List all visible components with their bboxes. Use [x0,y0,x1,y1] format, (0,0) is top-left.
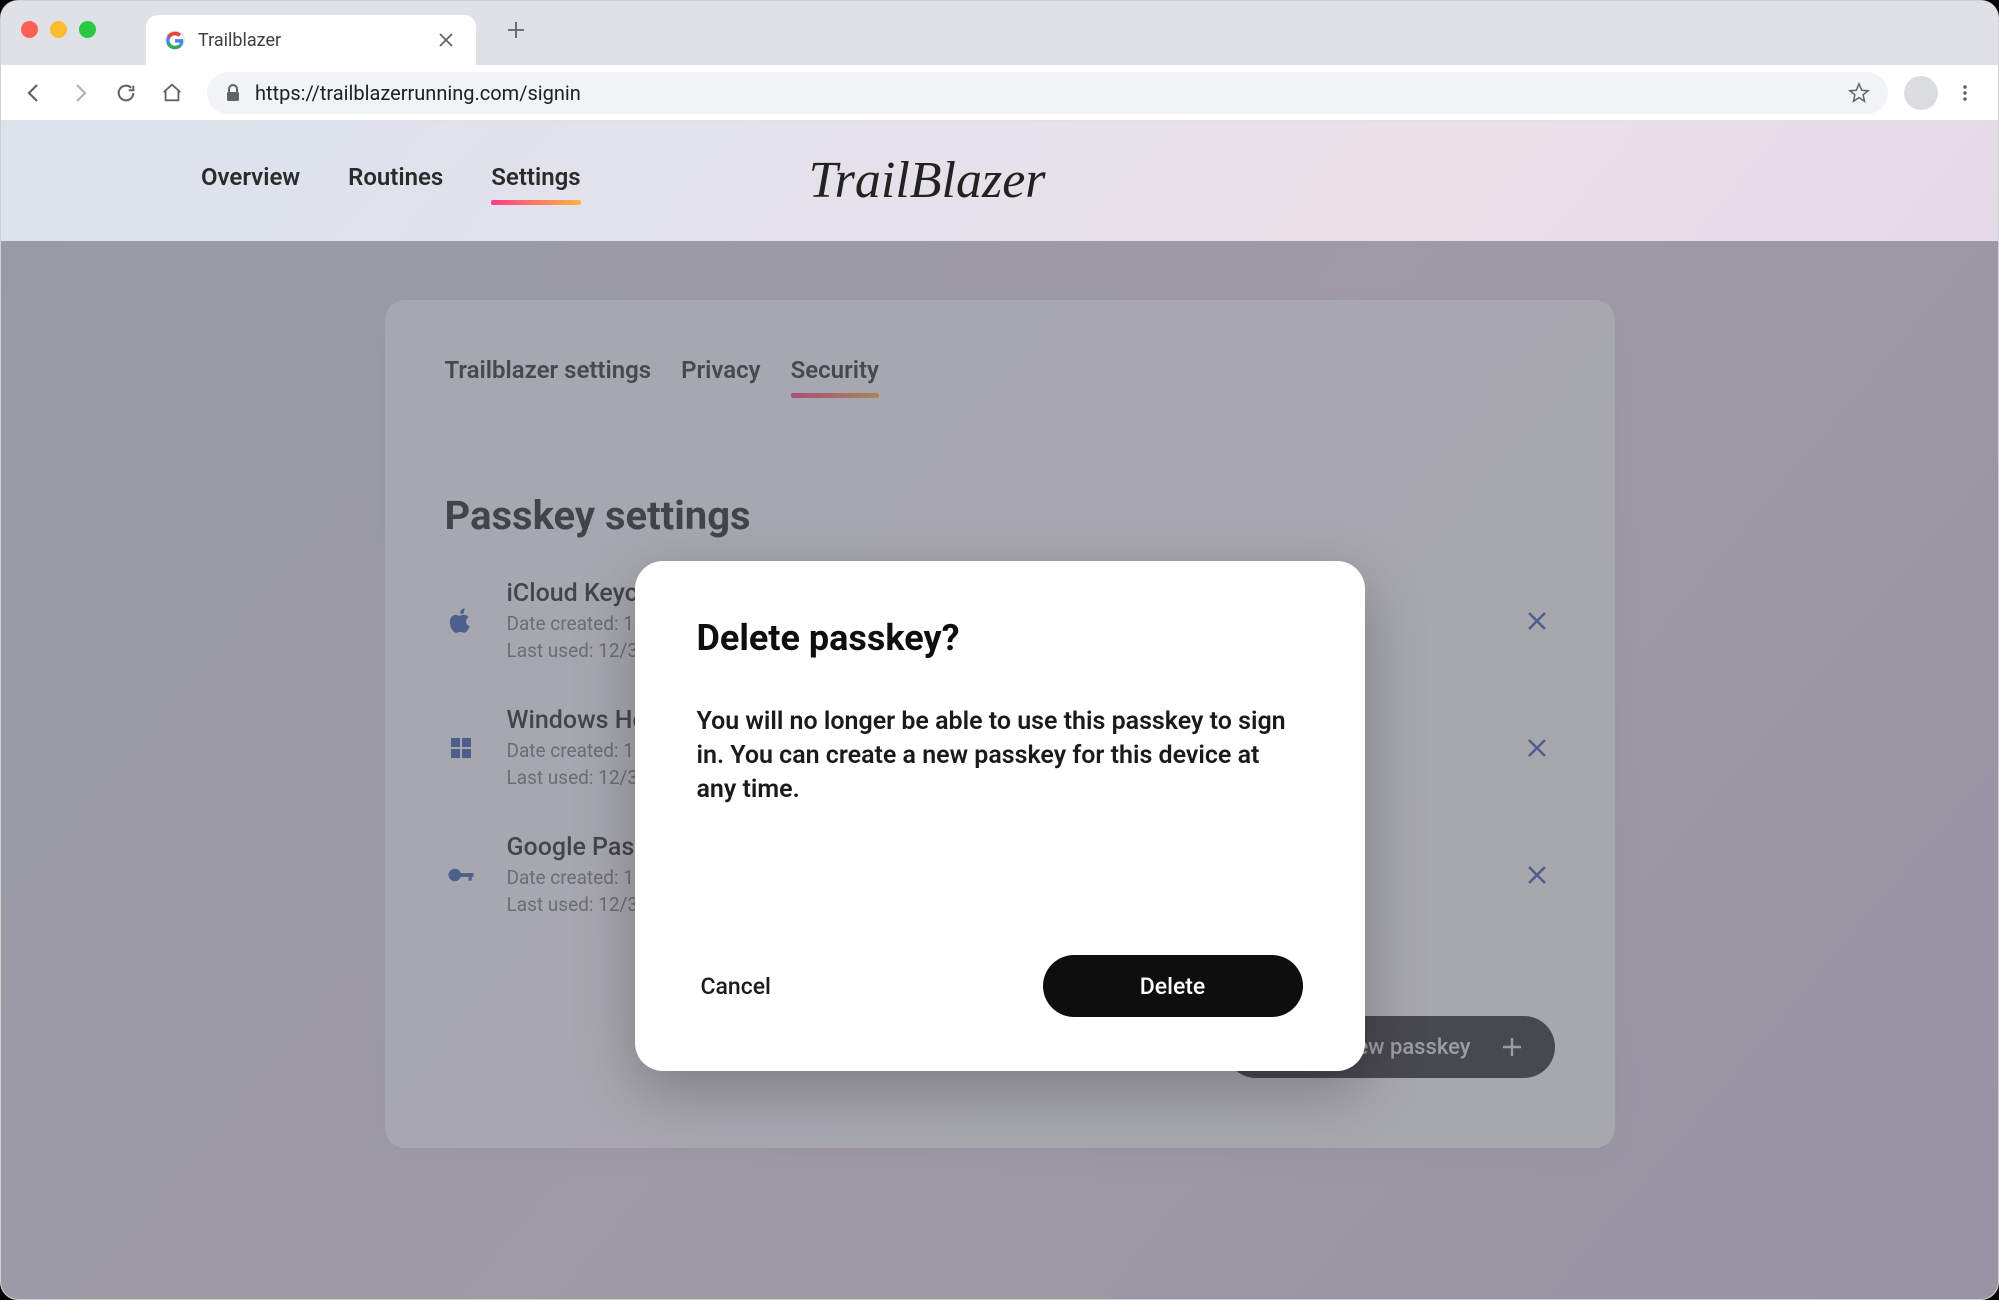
browser-toolbar: https://trailblazerrunning.com/signin [1,65,1998,121]
brand-logo: TrailBlazer [809,151,1046,210]
reload-button[interactable] [107,74,145,112]
tab-title: Trailblazer [198,30,422,51]
tab-strip: Trailblazer [1,1,1998,65]
primary-nav: Overview Routines Settings TrailBlazer [1,121,1998,210]
window-maximize-button[interactable] [79,21,96,38]
bookmark-star-icon[interactable] [1848,82,1870,104]
dialog-title: Delete passkey? [697,617,1303,659]
forward-button[interactable] [61,74,99,112]
browser-tab[interactable]: Trailblazer [146,15,476,65]
window-close-button[interactable] [21,21,38,38]
profile-avatar[interactable] [1904,76,1938,110]
url-text: https://trailblazerrunning.com/signin [255,81,1834,105]
nav-routines[interactable]: Routines [348,163,443,199]
cancel-button[interactable]: Cancel [697,961,775,1012]
nav-overview[interactable]: Overview [201,163,300,199]
delete-passkey-dialog: Delete passkey? You will no longer be ab… [635,561,1365,1071]
dialog-actions: Cancel Delete [697,955,1303,1017]
window-controls [21,21,96,38]
modal-overlay[interactable]: Delete passkey? You will no longer be ab… [1,241,1998,1300]
lock-icon [225,84,241,102]
browser-window: Trailblazer https://trailblazerrunning.c… [0,0,1999,1300]
dialog-body: You will no longer be able to use this p… [697,705,1303,806]
nav-settings[interactable]: Settings [491,163,580,199]
address-bar[interactable]: https://trailblazerrunning.com/signin [207,72,1888,114]
tab-close-button[interactable] [434,28,458,52]
new-tab-button[interactable] [496,10,536,50]
home-button[interactable] [153,74,191,112]
browser-menu-button[interactable] [1946,74,1984,112]
delete-button[interactable]: Delete [1043,955,1303,1017]
back-button[interactable] [15,74,53,112]
tab-favicon-icon [164,29,186,51]
window-minimize-button[interactable] [50,21,67,38]
page-content: Overview Routines Settings TrailBlazer T… [1,121,1998,1300]
